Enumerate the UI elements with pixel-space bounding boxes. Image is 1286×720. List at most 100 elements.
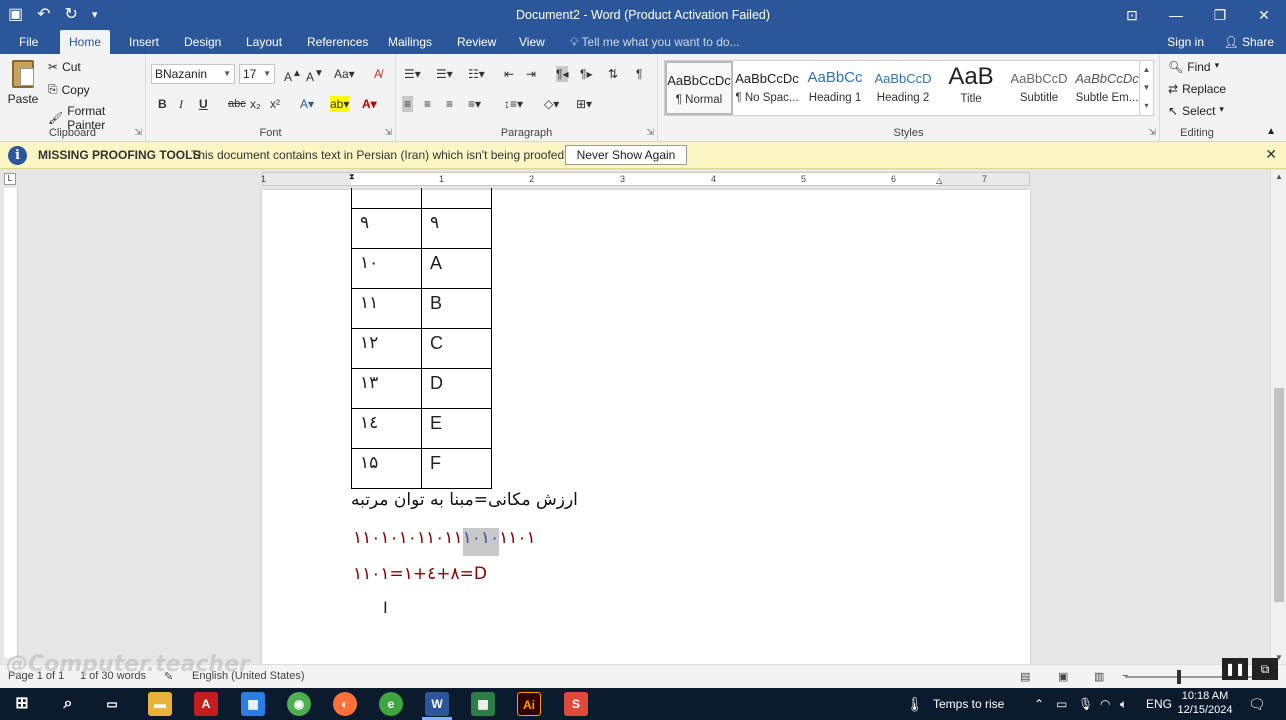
print-layout-icon[interactable]: ▣ bbox=[1058, 670, 1068, 683]
table-cell[interactable]: C bbox=[421, 327, 492, 369]
subscript-button[interactable]: x₂ bbox=[250, 96, 261, 112]
chrome-icon[interactable]: ◉ bbox=[287, 692, 311, 716]
chevron-up-icon[interactable]: ▲ bbox=[1143, 65, 1151, 74]
scroll-thumb[interactable] bbox=[1274, 388, 1284, 602]
web-layout-icon[interactable]: ▥ bbox=[1094, 670, 1104, 683]
indent-marker-icon[interactable]: ⧗ bbox=[349, 172, 355, 182]
table-cell[interactable]: ۱۰ bbox=[351, 247, 422, 289]
shrink-font-icon[interactable]: A▼ bbox=[306, 66, 324, 85]
tell-me-box[interactable]: 💡︎ Tell me what you want to do... bbox=[570, 30, 740, 54]
minimize-icon[interactable]: — bbox=[1154, 0, 1198, 30]
wifi-icon[interactable]: ◠ bbox=[1100, 688, 1110, 720]
align-left-icon[interactable]: ≡ bbox=[402, 96, 414, 112]
grow-font-icon[interactable]: A▲ bbox=[284, 66, 302, 85]
table-cell[interactable]: A bbox=[421, 247, 492, 289]
binary-number-line[interactable]: ۱۱۰۱۰۱۰۱۱۰۱۱۱۰۱۰۱۱۰۱ bbox=[353, 528, 536, 556]
table-cell[interactable]: ۱۲ bbox=[351, 327, 422, 369]
show-formatting-icon[interactable]: ¶ bbox=[636, 66, 642, 82]
windows-start-icon[interactable]: ⊞ bbox=[10, 692, 34, 716]
firefox-icon[interactable]: ◐ bbox=[333, 692, 357, 716]
shading-icon[interactable]: ◇▾ bbox=[544, 96, 559, 112]
weather-text[interactable]: Temps to rise bbox=[933, 688, 1004, 720]
close-icon[interactable]: ✕ bbox=[1265, 146, 1277, 163]
acrobat-icon[interactable]: A bbox=[194, 692, 218, 716]
strikethrough-button[interactable]: abc bbox=[228, 96, 246, 112]
chevron-down-icon[interactable]: ▼ bbox=[1143, 83, 1151, 92]
bold-button[interactable]: B bbox=[158, 96, 167, 112]
text-effects-icon[interactable]: A▾ bbox=[300, 96, 314, 112]
ltr-direction-icon[interactable]: ¶▸ bbox=[580, 66, 592, 82]
table-cell[interactable]: E bbox=[421, 407, 492, 449]
word-icon[interactable]: W bbox=[425, 692, 449, 716]
superscript-button[interactable]: x² bbox=[270, 96, 280, 112]
table-cell[interactable]: ۹ bbox=[421, 207, 492, 249]
justify-icon[interactable]: ≡▾ bbox=[468, 96, 481, 112]
italic-button[interactable]: I bbox=[179, 96, 183, 112]
table-cell[interactable]: ۱۱ bbox=[351, 287, 422, 329]
tab-insert[interactable]: Insert bbox=[120, 30, 168, 54]
change-case-icon[interactable]: Aa▾ bbox=[334, 66, 355, 82]
underline-button[interactable]: U bbox=[199, 96, 208, 112]
style-heading-1[interactable]: AaBbCc Heading 1 bbox=[801, 61, 869, 115]
document-page[interactable]: ۹ ۹ ۱۰ A ۱۱ B ۱۲ C ۱۳ D ۱٤ E ۱۵ F ارزش م… bbox=[262, 188, 1030, 670]
tab-view[interactable]: View bbox=[510, 30, 554, 54]
paste-button[interactable]: Paste bbox=[6, 60, 40, 106]
style-subtitle[interactable]: AaBbCcD Subtitle bbox=[1005, 61, 1073, 115]
store-app-icon[interactable]: ▦ bbox=[241, 692, 265, 716]
pause-icon[interactable]: ❚❚ bbox=[1222, 658, 1248, 680]
maximize-icon[interactable]: ❐ bbox=[1198, 0, 1242, 30]
microphone-icon[interactable]: 🎙︎ bbox=[1078, 688, 1093, 720]
illustrator-icon[interactable]: Ai bbox=[517, 692, 541, 716]
chevron-up-icon[interactable]: ▲ bbox=[1271, 172, 1286, 181]
rtl-direction-icon[interactable]: ¶◂ bbox=[556, 66, 569, 82]
share-button[interactable]: 👤︎ Share bbox=[1223, 30, 1274, 54]
calculator-icon[interactable]: ▦ bbox=[471, 692, 495, 716]
gallery-scroll[interactable]: ▲ ▼ ▾ bbox=[1139, 61, 1153, 115]
clock[interactable]: 10:18 AM 12/15/2024 bbox=[1170, 689, 1240, 717]
table-cell[interactable]: B bbox=[421, 287, 492, 329]
conversion-line[interactable]: ۱۱۰۱=۱+٤+۸=D bbox=[353, 564, 487, 584]
align-center-icon[interactable]: ≡ bbox=[424, 96, 431, 112]
bullets-icon[interactable]: ☰▾ bbox=[404, 66, 421, 82]
tab-layout[interactable]: Layout bbox=[237, 30, 291, 54]
vertical-scrollbar[interactable]: ▲ ▼ bbox=[1270, 170, 1286, 664]
table-cell[interactable] bbox=[421, 188, 492, 209]
tab-review[interactable]: Review bbox=[448, 30, 505, 54]
language-indicator[interactable]: ENG bbox=[1146, 688, 1172, 720]
volume-icon[interactable]: 🔈︎ bbox=[1120, 688, 1127, 720]
multilevel-list-icon[interactable]: ☷▾ bbox=[468, 66, 485, 82]
style-normal[interactable]: AaBbCcDc ¶ Normal bbox=[665, 61, 733, 115]
highlight-icon[interactable]: ab▾ bbox=[330, 96, 350, 112]
paragraph-launcher-icon[interactable]: ⇲ bbox=[646, 127, 654, 138]
close-icon[interactable]: ✕ bbox=[1242, 0, 1286, 30]
font-name-box[interactable]: BNazanin ▼ bbox=[151, 64, 235, 84]
style-subtle-emphasis[interactable]: AaBbCcDc Subtle Em... bbox=[1073, 61, 1141, 115]
sign-in-link[interactable]: Sign in bbox=[1167, 30, 1204, 54]
table-cell[interactable]: F bbox=[421, 447, 492, 489]
line-spacing-icon[interactable]: ↕≡▾ bbox=[504, 96, 523, 112]
table-cell[interactable]: ۱۵ bbox=[351, 447, 422, 489]
battery-icon[interactable]: ▭ bbox=[1056, 688, 1067, 720]
search-icon[interactable]: ⌕ bbox=[56, 692, 80, 716]
select-button[interactable]: ↖ Select ▾ bbox=[1168, 104, 1224, 118]
clipboard-launcher-icon[interactable]: ⇲ bbox=[134, 127, 142, 138]
never-show-again-button[interactable]: Never Show Again bbox=[565, 145, 687, 165]
tab-mailings[interactable]: Mailings bbox=[379, 30, 441, 54]
place-value-definition[interactable]: ارزش مکانی=مبنا به توان مرتبه bbox=[351, 490, 581, 510]
table-cell[interactable]: ۱۳ bbox=[351, 367, 422, 409]
tab-references[interactable]: References bbox=[298, 30, 377, 54]
read-mode-icon[interactable]: ▤ bbox=[1020, 670, 1030, 683]
copy-button[interactable]: ⎘ Copy bbox=[48, 82, 90, 97]
table-cell[interactable]: ۱٤ bbox=[351, 407, 422, 449]
find-button[interactable]: 🔍︎ Find ▾ bbox=[1168, 60, 1219, 74]
thermometer-icon[interactable]: 🌡︎ bbox=[906, 688, 924, 720]
collapse-ribbon-icon[interactable]: ▲ bbox=[1266, 126, 1276, 137]
zoom-knob[interactable] bbox=[1177, 670, 1181, 684]
sort-icon[interactable]: ⇅ bbox=[608, 66, 618, 82]
vertical-ruler[interactable] bbox=[4, 188, 18, 658]
increase-indent-icon[interactable]: ⇥ bbox=[526, 66, 536, 82]
align-right-icon[interactable]: ≡ bbox=[446, 96, 453, 112]
more-icon[interactable]: ▾ bbox=[1144, 101, 1148, 110]
styles-launcher-icon[interactable]: ⇲ bbox=[1148, 127, 1156, 138]
borders-icon[interactable]: ⊞▾ bbox=[576, 96, 592, 112]
